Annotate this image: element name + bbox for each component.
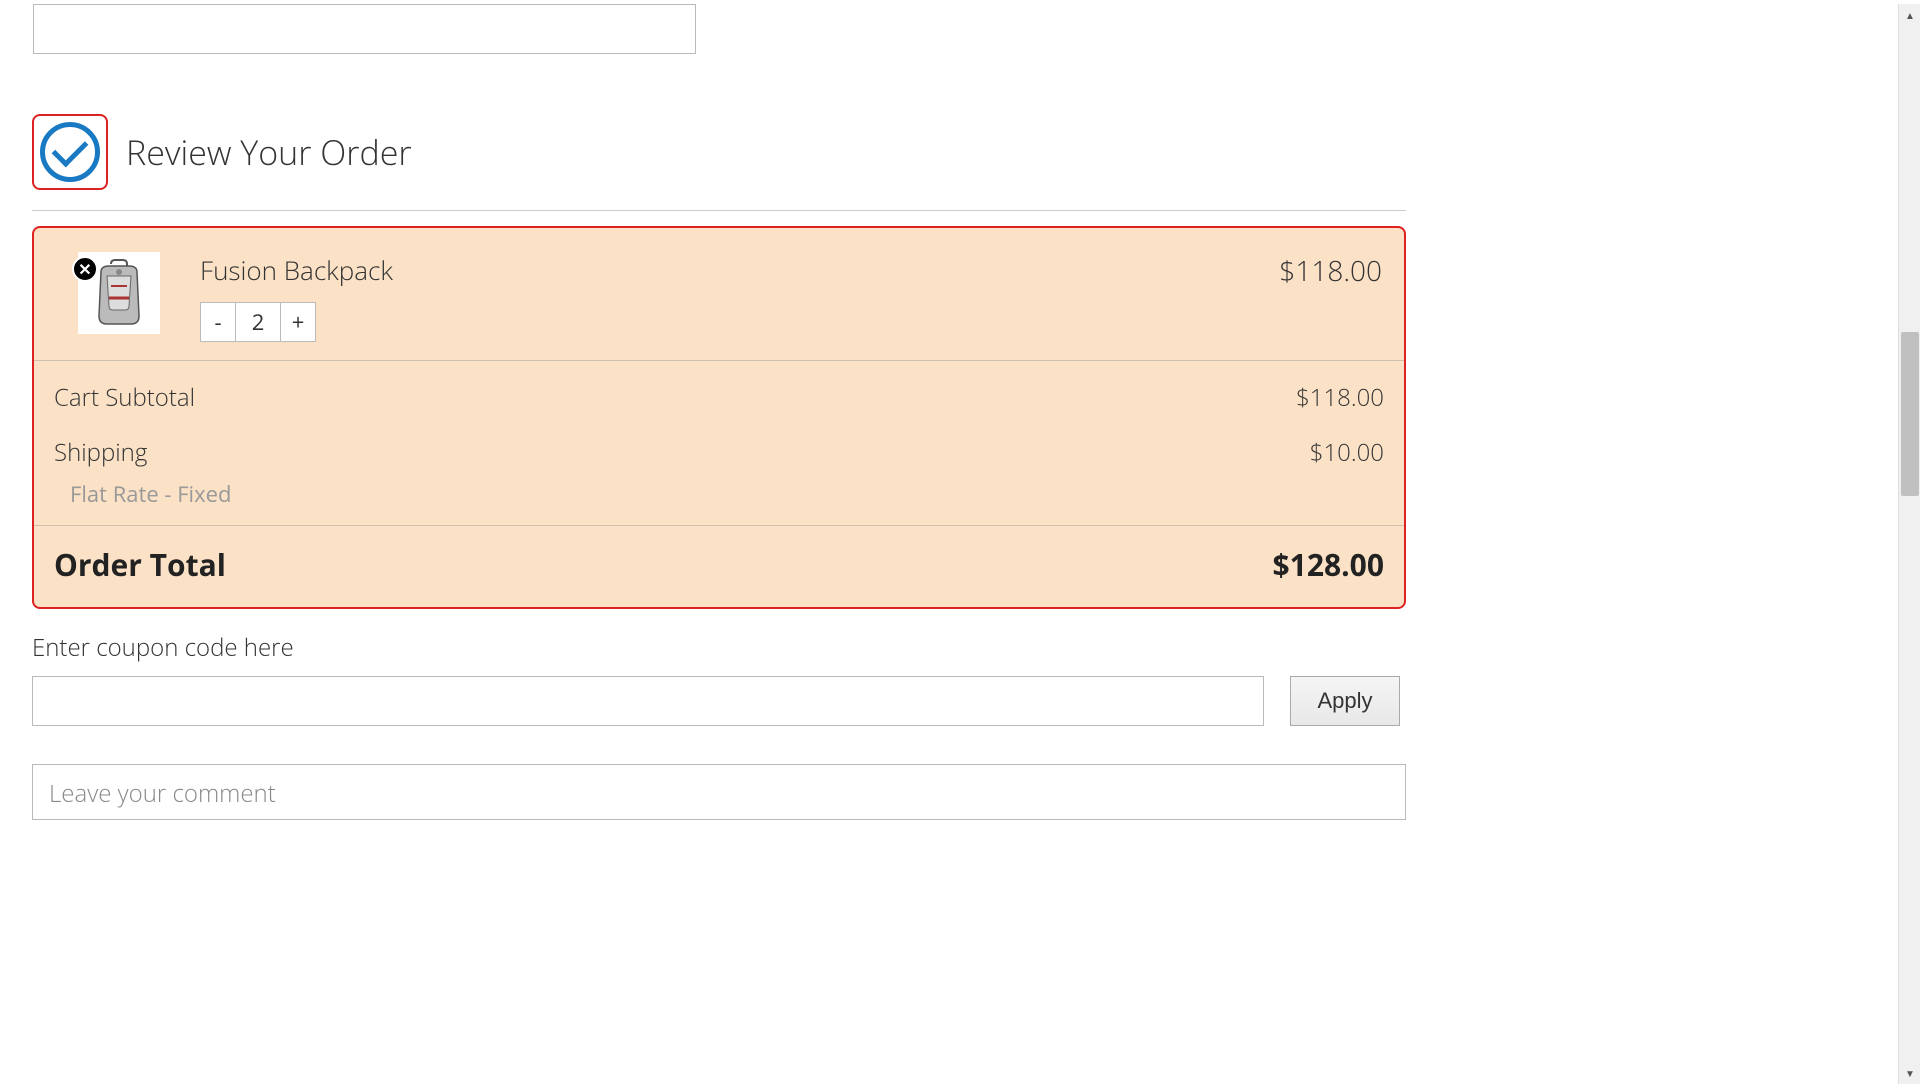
- product-details: Fusion Backpack - 2 +: [200, 252, 393, 342]
- item-price: $118.00: [1279, 252, 1390, 290]
- cart-line-item: ✕ Fusion Backpack - 2 +: [34, 228, 1404, 361]
- product-name: Fusion Backpack: [200, 252, 393, 288]
- coupon-input[interactable]: [32, 676, 1264, 726]
- scroll-down-icon[interactable]: ▼: [1899, 1062, 1920, 1084]
- section-title: Review Your Order: [126, 129, 412, 175]
- qty-decrement-button[interactable]: -: [200, 302, 236, 342]
- shipping-method: Flat Rate - Fixed: [34, 479, 1404, 509]
- review-order-header: Review Your Order: [32, 114, 1406, 211]
- shipping-value: $10.00: [1310, 436, 1384, 469]
- shipping-row: Shipping $10.00: [34, 422, 1404, 477]
- subtotal-label: Cart Subtotal: [54, 381, 195, 414]
- scroll-thumb[interactable]: [1901, 332, 1919, 496]
- remove-item-button[interactable]: ✕: [72, 256, 98, 282]
- subtotal-row: Cart Subtotal $118.00: [34, 361, 1404, 422]
- checkmark-icon: [52, 131, 89, 168]
- scroll-up-icon[interactable]: ▲: [1899, 4, 1920, 26]
- step-complete-icon-highlight: [32, 114, 108, 190]
- backpack-icon: [89, 258, 149, 328]
- quantity-stepper: - 2 +: [200, 302, 393, 342]
- comment-input[interactable]: [32, 764, 1406, 820]
- order-summary-panel: ✕ Fusion Backpack - 2 +: [32, 226, 1406, 609]
- previous-section-input[interactable]: [33, 4, 696, 54]
- apply-coupon-button[interactable]: Apply: [1290, 676, 1400, 726]
- coupon-row: Apply: [32, 676, 1406, 726]
- check-circle-icon: [40, 122, 100, 182]
- shipping-label: Shipping: [54, 436, 147, 469]
- vertical-scrollbar[interactable]: ▲ ▼: [1898, 4, 1920, 1084]
- order-total-label: Order Total: [54, 544, 226, 585]
- shipping-section: Shipping $10.00 Flat Rate - Fixed: [34, 422, 1404, 526]
- close-icon: ✕: [78, 261, 91, 277]
- coupon-label: Enter coupon code here: [32, 631, 1406, 664]
- comment-section: [32, 764, 1406, 825]
- qty-value: 2: [236, 302, 280, 342]
- order-total-row: Order Total $128.00: [34, 526, 1404, 607]
- order-total-value: $128.00: [1273, 544, 1384, 585]
- coupon-section: Enter coupon code here Apply: [32, 631, 1406, 726]
- subtotal-value: $118.00: [1296, 381, 1384, 414]
- qty-increment-button[interactable]: +: [280, 302, 316, 342]
